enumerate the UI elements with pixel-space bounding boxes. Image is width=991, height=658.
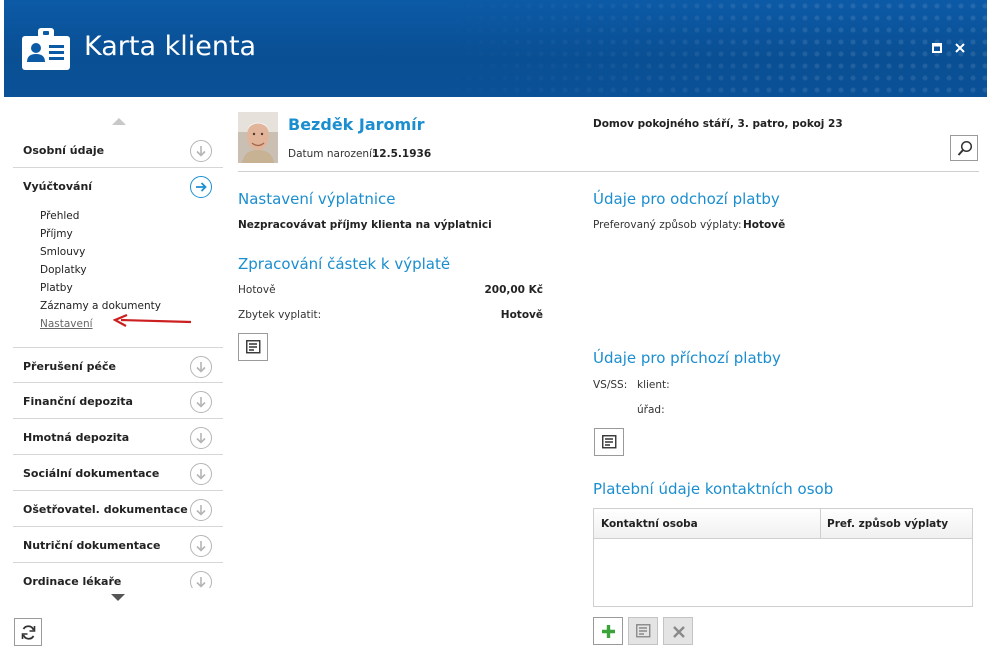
processing-remainder-label: Zbytek vyplatit:: [238, 309, 322, 321]
dob-label: Datum narození:: [288, 148, 376, 160]
client-card-icon: [22, 28, 70, 70]
scroll-up-icon[interactable]: [112, 118, 126, 125]
refresh-icon: [21, 625, 36, 640]
subnav-payments[interactable]: Platby: [40, 281, 220, 299]
sidebar-item-nursing-docs[interactable]: Ošetřovatel. dokumentace: [13, 491, 223, 527]
processing-remainder-value: Hotově: [500, 309, 543, 321]
client-location: Domov pokojného stáří, 3. patro, pokoj 2…: [593, 118, 843, 130]
sidebar-item-label: Přerušení péče: [23, 360, 116, 373]
arrow-right-icon[interactable]: [190, 176, 212, 198]
incoming-title: Údaje pro příchozí platby: [593, 349, 781, 367]
column-divider: [820, 509, 821, 539]
table-header: Kontaktní osoba Pref. způsob výplaty: [594, 509, 972, 539]
contacts-title: Platební údaje kontaktních osob: [593, 480, 834, 498]
arrow-down-icon[interactable]: [190, 499, 212, 521]
subnav-overview[interactable]: Přehled: [40, 209, 220, 227]
subnav-surcharges[interactable]: Doplatky: [40, 263, 220, 281]
sidebar-item-care-interruption[interactable]: Přerušení péče: [13, 347, 223, 383]
incoming-office-label: úřad:: [637, 404, 665, 416]
sidebar-item-label: Nutriční dokumentace: [23, 539, 161, 552]
add-contact-button[interactable]: [593, 617, 623, 645]
sidebar-item-billing[interactable]: Vyúčtování: [13, 168, 223, 204]
delete-icon: [673, 626, 685, 638]
edit-processing-button[interactable]: [238, 333, 268, 361]
column-contact-person[interactable]: Kontaktní osoba: [601, 518, 698, 530]
payout-settings-title: Nastavení výplatnice: [238, 190, 396, 208]
sidebar-item-label: Ošetřovatel. dokumentace: [23, 503, 188, 516]
sidebar-item-label: Hmotná depozita: [23, 431, 130, 444]
sidebar-item-personal[interactable]: Osobní údaje: [13, 132, 223, 168]
annotation-arrow-icon: [113, 314, 192, 327]
header-pattern: [427, 0, 987, 97]
processing-cash-label: Hotově: [238, 284, 276, 296]
incoming-vs-label: VS/SS:: [593, 379, 628, 391]
arrow-down-icon[interactable]: [190, 391, 212, 413]
sidebar-item-label: Osobní údaje: [23, 144, 105, 157]
dob-value: 12.5.1936: [372, 148, 432, 160]
client-photo: [238, 112, 278, 163]
incoming-client-label: klient:: [637, 379, 670, 391]
delete-contact-button[interactable]: [663, 617, 693, 645]
sidebar-item-social-docs[interactable]: Sociální dokumentace: [13, 455, 223, 491]
arrow-down-icon[interactable]: [190, 356, 212, 378]
arrow-down-icon[interactable]: [190, 571, 212, 588]
window-header: Karta klienta: [4, 0, 987, 97]
window-title: Karta klienta: [84, 31, 257, 62]
sidebar: Osobní údaje Vyúčtování Přehled Příjmy S…: [13, 112, 223, 601]
outgoing-label: Preferovaný způsob výplaty:: [593, 219, 742, 231]
arrow-down-icon[interactable]: [190, 140, 212, 162]
contacts-table: Kontaktní osoba Pref. způsob výplaty: [593, 508, 973, 607]
arrow-down-icon[interactable]: [190, 463, 212, 485]
arrow-down-icon[interactable]: [190, 427, 212, 449]
maximize-icon[interactable]: [930, 41, 944, 55]
sidebar-item-nutrition-docs[interactable]: Nutriční dokumentace: [13, 527, 223, 563]
outgoing-value: Hotově: [743, 219, 786, 231]
header-divider: [238, 171, 979, 172]
edit-form-icon: [636, 624, 651, 638]
sidebar-item-label: Ordinace lékaře: [23, 575, 122, 588]
outgoing-title: Údaje pro odchozí platby: [593, 190, 780, 208]
processing-cash-value: 200,00 Kč: [484, 284, 543, 296]
processing-title: Zpracování částek k výplatě: [238, 255, 451, 273]
edit-incoming-button[interactable]: [594, 428, 624, 456]
edit-contact-button[interactable]: [628, 617, 658, 645]
scroll-down-icon[interactable]: [111, 594, 125, 601]
plus-icon: [602, 625, 615, 638]
arrow-down-icon[interactable]: [190, 535, 212, 557]
subnav-income[interactable]: Příjmy: [40, 227, 220, 245]
payout-settings-text: Nezpracovávat příjmy klienta na výplatni…: [238, 219, 492, 231]
sidebar-item-doctor-office[interactable]: Ordinace lékaře: [13, 563, 223, 588]
search-icon: [957, 140, 973, 156]
sidebar-item-financial-deposits[interactable]: Finanční depozita: [13, 383, 223, 419]
subnav-contracts[interactable]: Smlouvy: [40, 245, 220, 263]
sidebar-item-label: Vyúčtování: [23, 180, 93, 193]
edit-form-icon: [602, 435, 617, 449]
sidebar-item-material-deposits[interactable]: Hmotná depozita: [13, 419, 223, 455]
edit-form-icon: [246, 340, 261, 354]
close-icon[interactable]: [953, 41, 967, 55]
sidebar-item-label: Finanční depozita: [23, 395, 133, 408]
column-pref-payout[interactable]: Pref. způsob výplaty: [827, 518, 948, 530]
client-name: Bezděk Jaromír: [288, 115, 425, 134]
sidebar-item-label: Sociální dokumentace: [23, 467, 160, 480]
search-button[interactable]: [950, 135, 978, 161]
refresh-button[interactable]: [14, 618, 42, 646]
